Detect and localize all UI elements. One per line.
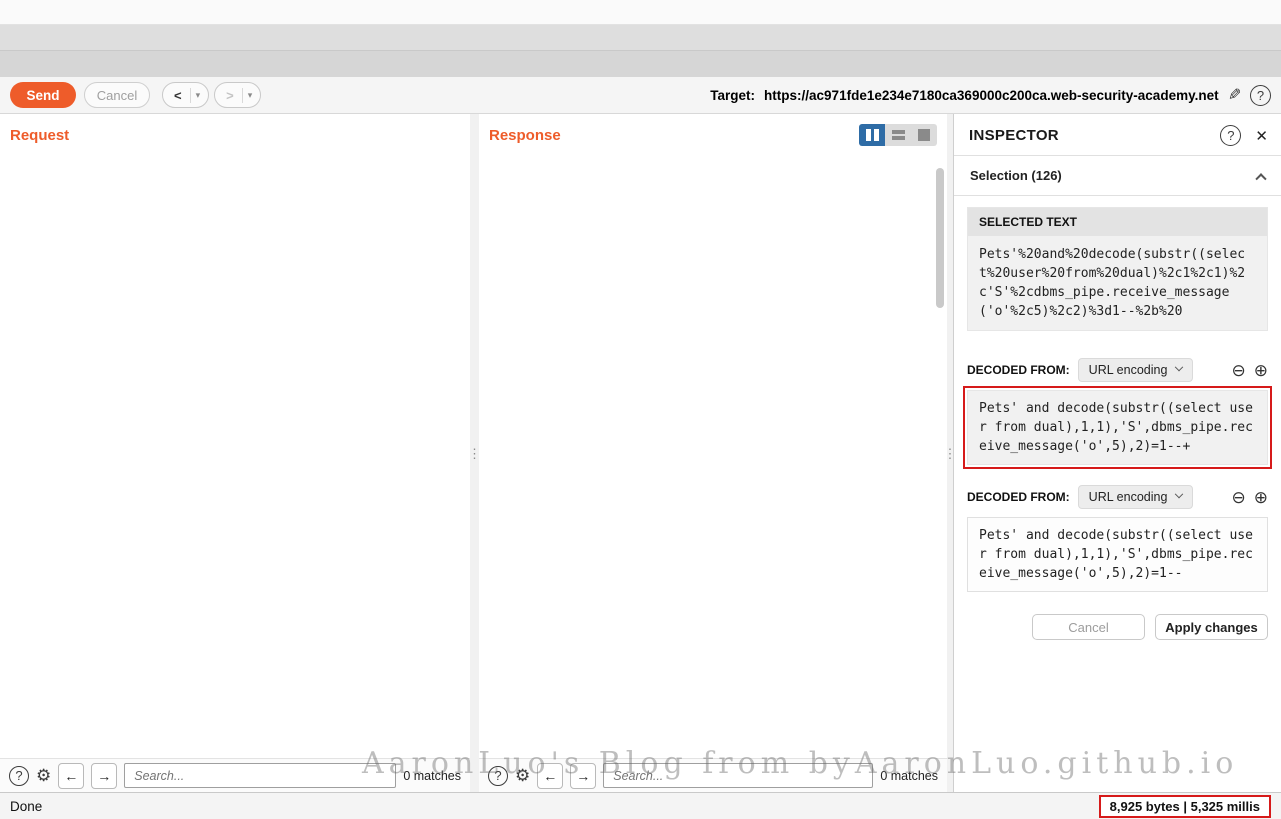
request-panel: Request ? ⚙ ← → 0 matches [0, 114, 470, 792]
target-label: Target: [710, 88, 755, 103]
forward-history-dropdown-icon[interactable]: ▾ [243, 90, 261, 101]
edit-target-icon[interactable]: ✎ [1228, 85, 1241, 105]
add-decoder-icon[interactable]: ⊕ [1254, 362, 1268, 379]
response-search-toolbar: ? ⚙ ← → 0 matches [479, 758, 947, 792]
request-response-divider[interactable]: ⋮ [470, 114, 479, 792]
layout-rows-button[interactable] [885, 124, 911, 146]
remove-decoder-icon[interactable]: ⊖ [1232, 489, 1246, 506]
target-area: Target: https://ac971fde1e234e7180ca3690… [710, 85, 1271, 106]
inspector-cancel-button[interactable]: Cancel [1032, 614, 1145, 640]
encoding-value: URL encoding [1089, 490, 1168, 504]
back-arrow-label: < [163, 88, 191, 103]
response-metrics: 8,925 bytes | 5,325 millis [1099, 795, 1271, 818]
selection-section-label: Selection (126) [970, 168, 1062, 183]
add-decoder-icon[interactable]: ⊕ [1254, 489, 1268, 506]
prev-match-button[interactable]: ← [58, 763, 84, 789]
encoding-dropdown[interactable]: URL encoding [1078, 358, 1194, 382]
search-settings-gear-icon[interactable]: ⚙ [36, 767, 51, 784]
inspector-close-icon[interactable]: ✕ [1255, 127, 1268, 145]
next-match-button[interactable]: → [91, 763, 117, 789]
remove-decoder-icon[interactable]: ⊖ [1232, 362, 1246, 379]
response-scrollbar[interactable] [936, 168, 944, 308]
inspector-header: INSPECTOR ? ✕ [954, 114, 1281, 156]
decoded-from-label: DECODED FROM: [967, 363, 1070, 377]
search-help-icon[interactable]: ? [488, 766, 508, 786]
response-code-editor[interactable] [479, 160, 947, 758]
inspector-title: INSPECTOR [969, 127, 1059, 144]
decoder-section-2: DECODED FROM: URL encoding ⊖ ⊕ Pets' and… [967, 485, 1268, 592]
encoding-value: URL encoding [1089, 363, 1168, 377]
view-layout-buttons [859, 124, 937, 146]
search-help-icon[interactable]: ? [9, 766, 29, 786]
search-settings-gear-icon[interactable]: ⚙ [515, 767, 530, 784]
encoding-dropdown[interactable]: URL encoding [1078, 485, 1194, 509]
target-url: https://ac971fde1e234e7180ca369000c200ca… [764, 88, 1219, 103]
request-match-count: 0 matches [403, 769, 461, 783]
apply-changes-button[interactable]: Apply changes [1155, 614, 1268, 640]
response-match-count: 0 matches [880, 769, 938, 783]
response-header: Response [479, 114, 947, 148]
chevron-up-icon [1255, 173, 1266, 184]
menu-bar [0, 0, 1281, 25]
forward-arrow-label: > [215, 88, 243, 103]
selected-text-card: SELECTED TEXT Pets'%20and%20decode(subst… [967, 207, 1268, 331]
selected-text-value: Pets'%20and%20decode(substr((select%20us… [968, 236, 1267, 330]
selection-section-header[interactable]: Selection (126) [954, 156, 1281, 196]
request-header: Request [0, 114, 470, 148]
request-title: Request [10, 127, 69, 144]
decoded-text-1[interactable]: Pets' and decode(substr((select user fro… [967, 390, 1268, 465]
main-tab-bar [0, 25, 1281, 51]
decoder-header: DECODED FROM: URL encoding ⊖ ⊕ [967, 485, 1268, 509]
repeater-content: Request ? ⚙ ← → 0 matches ⋮ Response ? [0, 114, 1281, 792]
decoder-section-1: DECODED FROM: URL encoding ⊖ ⊕ Pets' and… [967, 358, 1268, 465]
decoder-header: DECODED FROM: URL encoding ⊖ ⊕ [967, 358, 1268, 382]
request-code-editor[interactable] [0, 160, 470, 758]
decoded-text-2[interactable]: Pets' and decode(substr((select user fro… [967, 517, 1268, 592]
layout-columns-button[interactable] [859, 124, 885, 146]
inspector-help-icon[interactable]: ? [1220, 125, 1241, 146]
selected-text-label: SELECTED TEXT [968, 208, 1267, 236]
help-icon[interactable]: ? [1250, 85, 1271, 106]
request-view-tabs [0, 148, 470, 160]
repeater-toolbar: Send Cancel < ▾ > ▾ Target: https://ac97… [0, 77, 1281, 114]
back-button[interactable]: < ▾ [162, 82, 209, 108]
send-button[interactable]: Send [10, 82, 76, 108]
chevron-down-icon [1175, 490, 1183, 498]
layout-single-button[interactable] [911, 124, 937, 146]
response-view-tabs [479, 148, 947, 160]
back-history-dropdown-icon[interactable]: ▾ [191, 90, 209, 101]
response-search-input[interactable] [603, 763, 873, 788]
prev-match-button[interactable]: ← [537, 763, 563, 789]
status-bar: Done 8,925 bytes | 5,325 millis [0, 792, 1281, 819]
chevron-down-icon [1175, 363, 1183, 371]
response-title: Response [489, 127, 561, 144]
cancel-button[interactable]: Cancel [84, 82, 150, 108]
next-match-button[interactable]: → [570, 763, 596, 789]
inspector-panel: INSPECTOR ? ✕ Selection (126) SELECTED T… [953, 114, 1281, 792]
forward-button[interactable]: > ▾ [214, 82, 261, 108]
decoded-from-label: DECODED FROM: [967, 490, 1070, 504]
request-search-input[interactable] [124, 763, 396, 788]
repeater-tab-bar [0, 51, 1281, 77]
request-search-toolbar: ? ⚙ ← → 0 matches [0, 758, 470, 792]
status-text: Done [10, 799, 42, 814]
response-panel: Response ? ⚙ ← → 0 matches [479, 114, 947, 792]
inspector-actions: Cancel Apply changes [967, 614, 1268, 640]
